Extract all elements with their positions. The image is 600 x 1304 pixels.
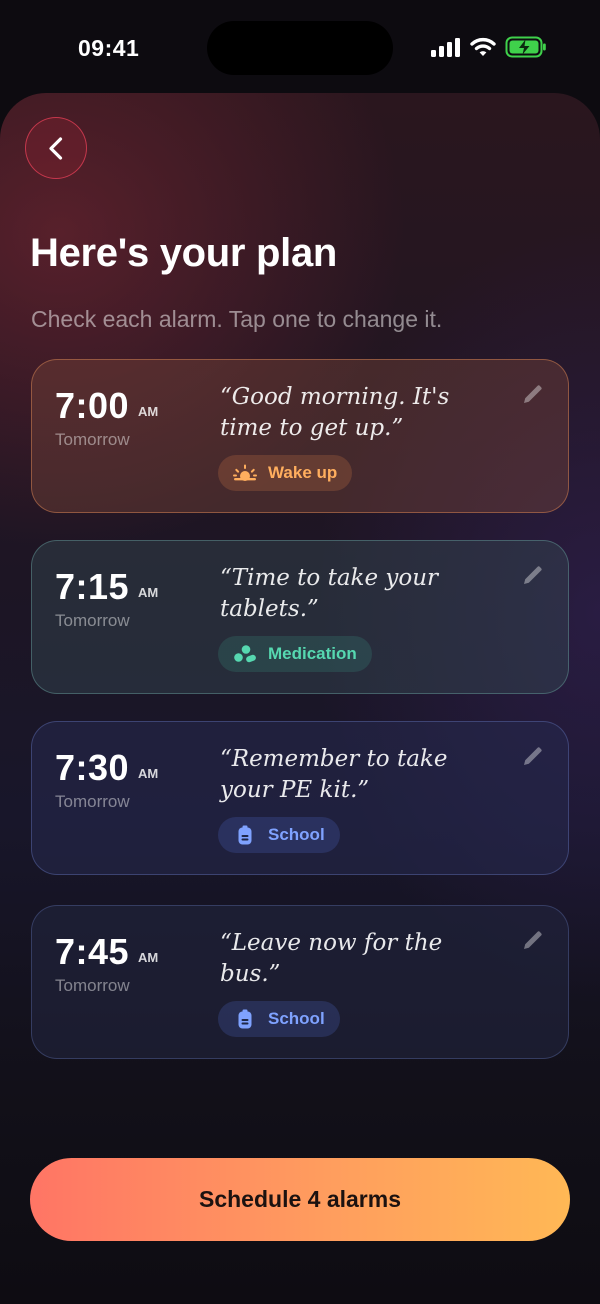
alarm-card[interactable]: 7:00 AM Tomorrow “Good morning. It's tim…: [31, 359, 569, 513]
status-bar: 09:41: [0, 0, 600, 96]
alarm-message: “Remember to take your PE kit.”: [220, 746, 448, 803]
alarm-period: AM: [138, 766, 159, 781]
alarm-time: 7:45: [55, 931, 130, 972]
alarm-card[interactable]: 7:45 AM Tomorrow “Leave now for the bus.…: [31, 905, 569, 1059]
dynamic-island: [207, 21, 393, 75]
edit-pencil-icon[interactable]: [521, 563, 545, 587]
page-subtitle: Check each alarm. Tap one to change it.: [31, 306, 443, 332]
battery-charging-icon: [505, 36, 546, 58]
alarm-period: AM: [138, 404, 159, 419]
alarm-message: “Leave now for the bus.”: [220, 930, 443, 987]
backpack-icon: [238, 825, 252, 845]
alarm-period: AM: [138, 950, 159, 965]
alarm-card[interactable]: 7:30 AM Tomorrow “Remember to take your …: [31, 721, 569, 875]
category-tag-label: Medication: [268, 644, 357, 663]
alarm-day: Tomorrow: [55, 792, 130, 811]
category-tag-label: School: [268, 825, 325, 844]
schedule-alarms-label: Schedule 4 alarms: [199, 1186, 401, 1212]
status-time: 09:41: [78, 35, 140, 61]
category-tag: School: [218, 817, 340, 853]
alarm-time: 7:00: [55, 385, 130, 426]
page-title: Here's your plan: [30, 231, 338, 275]
alarm-time: 7:15: [55, 566, 130, 607]
sunrise-icon: [233, 464, 257, 481]
edit-pencil-icon[interactable]: [521, 928, 545, 952]
pills-icon: [234, 645, 256, 663]
alarm-period: AM: [138, 585, 159, 600]
edit-pencil-icon[interactable]: [521, 744, 545, 768]
alarm-day: Tomorrow: [55, 611, 130, 630]
category-tag: School: [218, 1001, 340, 1037]
alarm-message: “Time to take your tablets.”: [220, 565, 439, 622]
category-tag-label: Wake up: [268, 463, 338, 482]
category-tag-label: School: [268, 1009, 325, 1028]
schedule-alarms-button[interactable]: Schedule 4 alarms: [30, 1158, 570, 1241]
alarm-time: 7:30: [55, 747, 130, 788]
category-tag: Wake up: [218, 455, 353, 491]
cellular-signal-icon: [431, 38, 460, 57]
alarm-card[interactable]: 7:15 AM Tomorrow “Time to take your tabl…: [31, 540, 569, 694]
alarm-day: Tomorrow: [55, 430, 130, 449]
category-tag: Medication: [218, 636, 372, 672]
back-button[interactable]: [25, 117, 87, 179]
wifi-icon: [470, 37, 496, 56]
chevron-left-icon: [49, 137, 63, 160]
alarm-day: Tomorrow: [55, 976, 130, 995]
backpack-icon: [238, 1009, 252, 1029]
alarm-message: “Good morning. It's time to get up.”: [220, 384, 450, 441]
edit-pencil-icon[interactable]: [521, 382, 545, 406]
